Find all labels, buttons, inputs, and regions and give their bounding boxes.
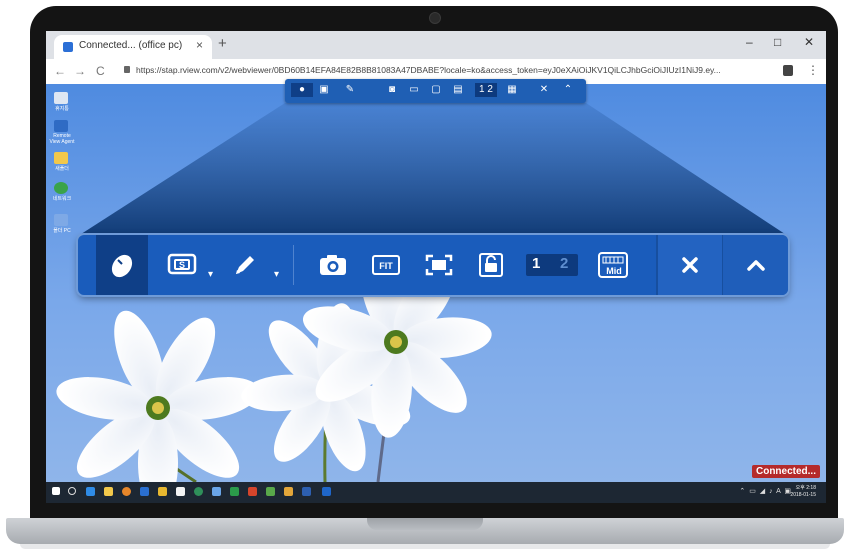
mouse-icon bbox=[111, 254, 133, 278]
browser-menu-icon[interactable]: ⋮ bbox=[807, 63, 819, 77]
taskbar-clock[interactable]: 오후 2:18 2018-01-15 bbox=[790, 485, 816, 499]
minimize-button[interactable]: – bbox=[746, 35, 753, 49]
monitor-1-button[interactable]: 1 bbox=[532, 255, 540, 272]
mini-keyboard-s-icon[interactable]: ▣ bbox=[317, 83, 331, 97]
keyboard-s-icon: S bbox=[167, 253, 197, 275]
chevron-down-icon[interactable]: ▾ bbox=[208, 269, 213, 280]
store-icon[interactable] bbox=[140, 487, 149, 496]
connected-status-badge: Connected... bbox=[751, 465, 820, 478]
desktop-icon-label: 네트워크 bbox=[52, 196, 72, 202]
system-tray[interactable]: ⌃ ▭ ◢ ♪ A ▣ bbox=[739, 487, 792, 495]
toolbar-divider bbox=[293, 245, 294, 285]
close-session-button[interactable] bbox=[658, 235, 722, 295]
network-icon[interactable] bbox=[54, 182, 68, 194]
new-tab-button[interactable]: + bbox=[218, 35, 227, 52]
remote-view-icon[interactable] bbox=[54, 120, 68, 132]
clock-time: 오후 2:18 bbox=[795, 485, 816, 491]
explorer-icon[interactable] bbox=[104, 487, 113, 496]
app-icon[interactable] bbox=[158, 487, 167, 496]
mini-keyboard-mid-icon[interactable]: ▦ bbox=[505, 83, 519, 97]
edge-icon[interactable] bbox=[86, 487, 95, 496]
clock-date: 2018-01-15 bbox=[790, 492, 816, 498]
word-icon[interactable] bbox=[302, 487, 311, 496]
url-field[interactable]: https://stap.rview.com/v2/webviewer/0BD6… bbox=[136, 65, 766, 75]
reload-button[interactable]: C bbox=[96, 64, 105, 78]
extension-icon[interactable] bbox=[783, 65, 793, 76]
windows-taskbar: ⌃ ▭ ◢ ♪ A ▣ 오후 2:18 2018-01-15 bbox=[46, 482, 826, 503]
mid-label: Mid bbox=[606, 266, 622, 276]
recycle-bin-icon[interactable] bbox=[54, 92, 68, 104]
mouse-mode-button[interactable] bbox=[96, 235, 148, 295]
monitor-2-button[interactable]: 2 bbox=[560, 255, 568, 272]
app-icon[interactable] bbox=[284, 487, 293, 496]
lock-screen-button[interactable] bbox=[468, 235, 514, 295]
browser-tab-bar: Connected... (office pc) × + – □ ✕ bbox=[46, 31, 826, 59]
keyboard-s-button[interactable]: S bbox=[158, 235, 208, 295]
maximize-button[interactable]: □ bbox=[774, 35, 781, 49]
mini-camera-icon[interactable]: ◙ bbox=[385, 83, 399, 97]
desktop-icon-label: Remote View Agent bbox=[49, 133, 75, 145]
browser-tab[interactable]: Connected... (office pc) × bbox=[54, 35, 212, 59]
mini-close-icon[interactable]: ✕ bbox=[537, 83, 551, 97]
screenshot-button[interactable] bbox=[310, 235, 356, 295]
camera-icon bbox=[320, 255, 346, 275]
mini-fit-icon[interactable]: ▭ bbox=[407, 83, 421, 97]
fullscreen-button[interactable] bbox=[416, 235, 462, 295]
close-icon bbox=[682, 257, 698, 273]
app-icon[interactable] bbox=[194, 487, 203, 496]
tab-close-icon[interactable]: × bbox=[196, 38, 203, 52]
lock-icon bbox=[124, 66, 130, 73]
desktop-icon-label: 휴지통 bbox=[55, 106, 69, 112]
lock-icon bbox=[479, 253, 503, 277]
mini-fullscreen-icon[interactable]: ▢ bbox=[429, 83, 443, 97]
webcam bbox=[429, 12, 441, 24]
remote-toolbar-small: ● ▣ ✎ ◙ ▭ ▢ ▤ 1 2 ▦ ✕ ⌃ bbox=[285, 79, 586, 103]
mid-keyboard-button[interactable]: Mid bbox=[590, 235, 636, 295]
rview-favicon-icon bbox=[63, 42, 73, 52]
app-icon[interactable] bbox=[212, 487, 221, 496]
collapse-toolbar-button[interactable] bbox=[723, 235, 788, 295]
pc-icon[interactable] bbox=[54, 214, 68, 226]
tab-title: Connected... (office pc) bbox=[79, 40, 183, 51]
powerpoint-icon[interactable] bbox=[248, 487, 257, 496]
windows-start-icon[interactable] bbox=[52, 487, 60, 495]
laptop-hinge-notch bbox=[367, 518, 483, 530]
mini-monitor-select[interactable]: 1 2 bbox=[475, 83, 497, 97]
app-icon[interactable] bbox=[266, 487, 275, 496]
fit-icon: FIT bbox=[372, 255, 400, 275]
mini-pen-icon[interactable]: ✎ bbox=[343, 83, 357, 97]
chevron-down-icon[interactable]: ▾ bbox=[274, 269, 279, 280]
fullscreen-icon bbox=[425, 254, 453, 276]
mini-chevron-up-icon[interactable]: ⌃ bbox=[561, 83, 575, 97]
forward-button[interactable]: → bbox=[74, 64, 86, 78]
mini-mouse-icon[interactable]: ● bbox=[291, 83, 313, 97]
rview-taskbar-icon[interactable] bbox=[322, 487, 331, 496]
fit-label: FIT bbox=[379, 261, 393, 271]
pen-icon bbox=[236, 256, 254, 274]
search-icon[interactable] bbox=[68, 487, 76, 495]
keyboard-mid-icon: Mid bbox=[598, 252, 628, 278]
laptop-base-shadow bbox=[20, 544, 830, 549]
back-button[interactable]: ← bbox=[54, 64, 66, 78]
remote-toolbar-zoomed: S ▾ ▾ FIT 1 2 Mid bbox=[78, 235, 788, 295]
chrome-icon[interactable] bbox=[122, 487, 131, 496]
chevron-up-icon bbox=[746, 260, 765, 271]
keyboard-s-letter: S bbox=[179, 260, 185, 270]
desktop-icon-label: 폴더 PC bbox=[53, 228, 71, 234]
window-close-button[interactable]: ✕ bbox=[804, 35, 814, 49]
excel-icon[interactable] bbox=[230, 487, 239, 496]
folder-icon[interactable] bbox=[54, 152, 68, 164]
desktop-icon-label: 새폴더 bbox=[55, 166, 69, 172]
draw-button[interactable] bbox=[224, 235, 266, 295]
fit-screen-button[interactable]: FIT bbox=[363, 235, 409, 295]
mini-lock-icon[interactable]: ▤ bbox=[451, 83, 465, 97]
app-icon[interactable] bbox=[176, 487, 185, 496]
